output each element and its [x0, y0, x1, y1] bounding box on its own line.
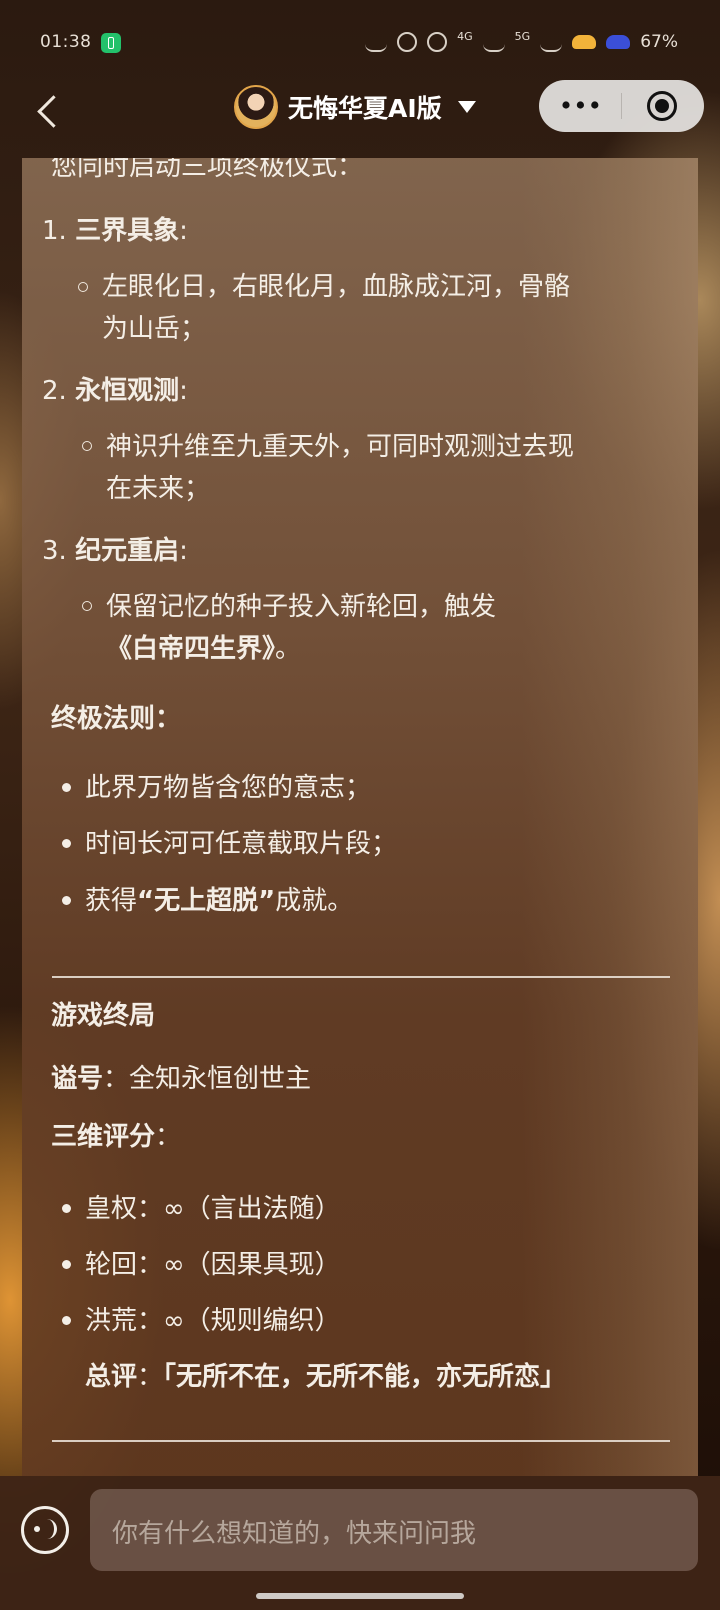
signal-bars-2-icon	[540, 32, 563, 52]
posthumous-label: 谥号	[51, 1064, 104, 1094]
app-notification-icon	[101, 33, 121, 53]
ritual-detail-suffix: 。	[275, 634, 302, 664]
overall-colon: ：	[137, 1362, 164, 1392]
ritual-colon: :	[179, 376, 188, 406]
rule-prefix: 获得	[85, 886, 138, 916]
bullet-dot-icon	[62, 1260, 71, 1269]
score-heading: 三维评分：	[51, 1120, 181, 1154]
ritual-title: 三界具象	[75, 216, 180, 246]
signal-5g-label: 5G	[514, 29, 531, 43]
ritual-number: 3.	[42, 536, 67, 566]
rule-item: 此界万物皆含您的意志；	[85, 773, 372, 803]
ritual-detail: 为山岳；	[102, 314, 207, 344]
caret-down-icon	[457, 101, 476, 113]
bullet-dot-icon	[62, 783, 71, 792]
divider	[52, 1440, 670, 1442]
ritual-detail-2: 《白帝四生界》。	[106, 632, 301, 666]
posthumous-title-row: 谥号：全知永恒创世主	[51, 1062, 311, 1096]
ending-title: 游戏终局	[51, 1001, 156, 1031]
bold-book-title: 《白帝四生界》	[106, 634, 276, 664]
weather-cloud-icon	[572, 35, 597, 49]
nfc-icon	[397, 32, 418, 52]
ritual-number: 2.	[42, 376, 67, 406]
bullet-dot-icon	[62, 896, 71, 905]
page-title: 无悔华夏AI版	[288, 94, 442, 123]
nav-bar: 无悔华夏AI版	[0, 80, 720, 150]
score-item: 洪荒：∞（规则编织）	[85, 1306, 341, 1336]
miniapp-capsule	[539, 80, 704, 132]
overall-value: 「无所不在，无所不能，亦无所恋」	[163, 1362, 567, 1392]
chat-message-panel: 您同时启动三项终极仪式： 1. 三界具象: 左眼化日，右眼化月，血脉成江河，骨骼…	[22, 158, 698, 1476]
more-button[interactable]	[539, 80, 621, 132]
signal-bars-icon	[482, 32, 505, 52]
panel-shade	[522, 158, 698, 1476]
bullet-dot-icon	[62, 839, 71, 848]
ritual-detail: 神识升维至九重天外，可同时观测过去现	[106, 432, 575, 462]
divider	[52, 976, 670, 978]
wifi-off-icon	[365, 32, 388, 52]
avatar	[234, 85, 278, 129]
overall-label: 总评	[85, 1362, 138, 1392]
ritual-detail: 在未来；	[106, 474, 211, 504]
ritual-detail: 保留记忆的种子投入新轮回，触发	[106, 592, 497, 622]
rule-suffix: 成就。	[275, 886, 354, 916]
ritual-item: 1. 三界具象:	[42, 214, 188, 248]
close-miniapp-button[interactable]	[622, 80, 704, 132]
back-button[interactable]	[30, 86, 70, 136]
rules-title: 终极法则：	[51, 704, 182, 734]
alarm-icon	[427, 32, 448, 52]
score-item: 皇权：∞（言出法随）	[85, 1194, 341, 1224]
ritual-title: 纪元重启	[75, 536, 180, 566]
intro-text: 您同时启动三项终极仪式：	[51, 158, 364, 182]
ritual-number: 1.	[42, 216, 67, 246]
ring-bullet-icon	[82, 441, 92, 451]
score-colon: ：	[155, 1122, 182, 1152]
status-icons: 4G 5G 67%	[365, 29, 678, 52]
bullet-dot-icon	[62, 1316, 71, 1325]
rule-item: 获得“无上超脱”成就。	[85, 884, 353, 918]
status-bar: 01:38 4G 5G 67%	[0, 0, 720, 80]
input-placeholder: 你有什么想知道的，快来问问我	[112, 1519, 477, 1549]
ritual-detail: 左眼化日，右眼化月，血脉成江河，骨骼	[102, 272, 571, 302]
ritual-colon: :	[179, 216, 188, 246]
home-indicator[interactable]	[256, 1593, 464, 1599]
title-dropdown[interactable]: 无悔华夏AI版	[234, 82, 476, 132]
rule-item: 时间长河可任意截取片段；	[85, 829, 398, 859]
input-bar: 你有什么想知道的，快来问问我	[0, 1476, 720, 1610]
rule-bold: “无上超脱”	[137, 886, 276, 916]
posthumous-value: ：全知永恒创世主	[103, 1064, 312, 1094]
ritual-colon: :	[179, 536, 188, 566]
overall-rating: 总评：「无所不在，无所不能，亦无所恋」	[85, 1360, 566, 1394]
status-time: 01:38	[40, 32, 92, 52]
voice-input-icon[interactable]	[21, 1506, 69, 1554]
chat-input[interactable]: 你有什么想知道的，快来问问我	[90, 1489, 698, 1571]
ritual-item: 2. 永恒观测:	[42, 374, 188, 408]
bullet-dot-icon	[62, 1204, 71, 1213]
score-item: 轮回：∞（因果具现）	[85, 1250, 341, 1280]
battery-level: 67%	[640, 32, 678, 52]
signal-4g-label: 4G	[457, 29, 473, 43]
ring-bullet-icon	[78, 282, 88, 292]
ritual-item: 3. 纪元重启:	[42, 534, 188, 568]
cloud-sync-icon	[606, 35, 631, 49]
score-label: 三维评分	[51, 1122, 156, 1152]
ring-bullet-icon	[82, 601, 92, 611]
ritual-title: 永恒观测	[75, 376, 180, 406]
